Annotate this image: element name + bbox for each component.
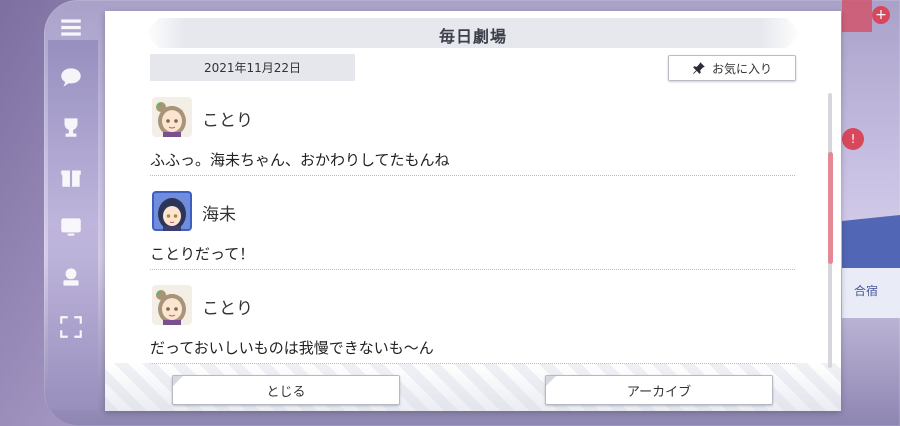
- message-item: ことり だっておいしいものは我慢できないも〜ん: [150, 285, 795, 373]
- scrollbar-thumb[interactable]: [828, 152, 833, 264]
- alert-icon[interactable]: !: [842, 128, 864, 150]
- speaker-name: ことり: [202, 299, 253, 319]
- message-item: ことり ふふっ。海未ちゃん、おかわりしてたもんね: [150, 97, 795, 185]
- favorite-button-label: お気に入り: [711, 61, 772, 76]
- screen-icon[interactable]: [56, 212, 86, 242]
- background-badge: [842, 0, 872, 32]
- message-divider: [150, 269, 795, 270]
- stamp-icon[interactable]: [56, 262, 86, 292]
- message-divider: [150, 175, 795, 176]
- message-text: ふふっ。海未ちゃん、おかわりしてたもんね: [150, 151, 450, 169]
- message-item: 海未 ことりだって！: [150, 191, 795, 279]
- avatar-umi: [152, 191, 192, 231]
- gift-icon[interactable]: [56, 162, 86, 192]
- date-label: 2021年11月22日: [150, 54, 355, 81]
- speaker-name: 海未: [202, 205, 236, 225]
- background-tile-label: 合宿: [854, 284, 879, 298]
- message-text: だっておいしいものは我慢できないも〜ん: [150, 339, 434, 357]
- button-corner: [173, 376, 183, 386]
- avatar-kotori: [152, 285, 192, 325]
- dialog-title-bar: 毎日劇場: [145, 18, 801, 48]
- speaker-name: ことり: [202, 111, 253, 131]
- expand-icon[interactable]: [56, 312, 86, 342]
- button-corner: [546, 376, 556, 386]
- archive-button-label: アーカイブ: [626, 384, 692, 400]
- chat-icon[interactable]: [56, 62, 86, 92]
- archive-button[interactable]: アーカイブ: [545, 375, 773, 405]
- close-button-label: とじる: [266, 384, 306, 400]
- message-text: ことりだって！: [150, 245, 255, 263]
- trophy-icon[interactable]: [56, 112, 86, 142]
- background-tile-training[interactable]: 合宿: [842, 268, 900, 318]
- favorite-button[interactable]: お気に入り: [668, 55, 796, 81]
- pin-icon: [693, 62, 705, 74]
- close-button[interactable]: とじる: [172, 375, 400, 405]
- daily-theater-dialog: 毎日劇場 2021年11月22日 お気に入り ことり ふふっ。海未ちゃん、おかわ…: [105, 11, 841, 411]
- menu-icon[interactable]: [56, 12, 86, 42]
- plus-icon[interactable]: +: [872, 6, 890, 24]
- dialog-title: 毎日劇場: [438, 27, 507, 46]
- avatar-kotori: [152, 97, 192, 137]
